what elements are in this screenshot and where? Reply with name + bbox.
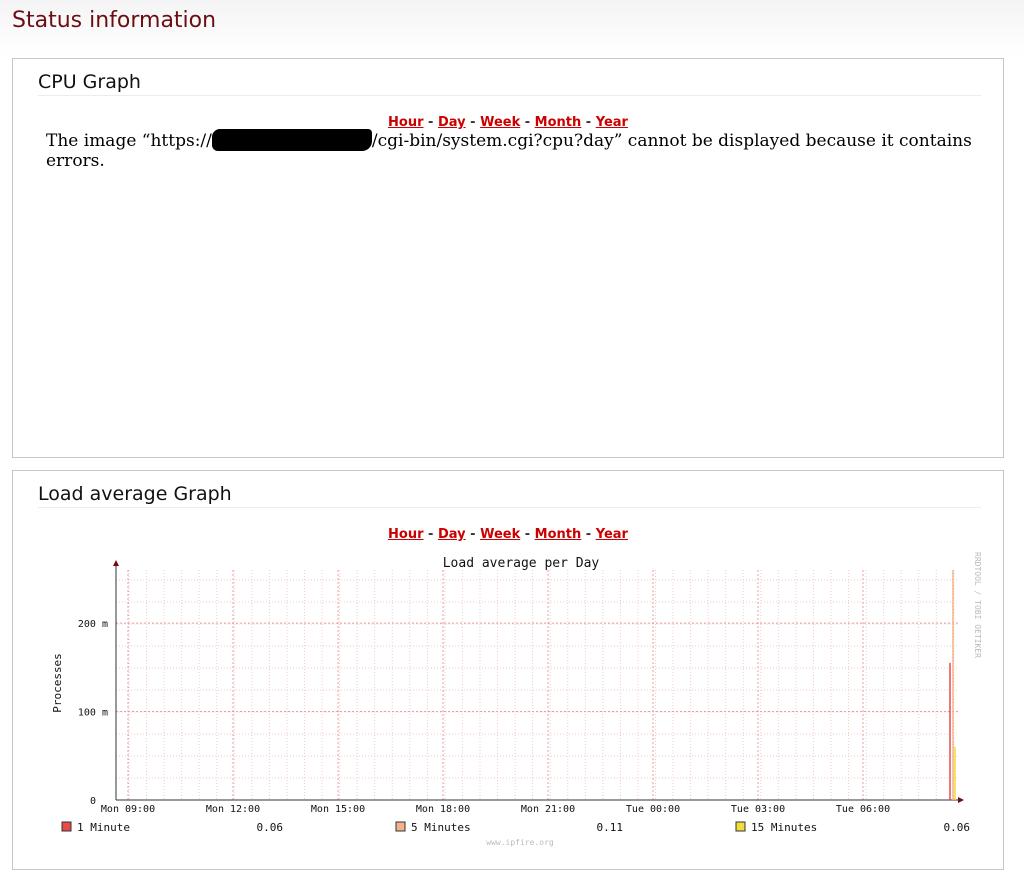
separator: - — [520, 115, 535, 130]
load-average-panel: Load average Graph Hour - Day - Week - M… — [12, 470, 1004, 870]
load-link-week[interactable]: Week — [480, 527, 520, 542]
divider — [38, 95, 981, 96]
cpu-link-week[interactable]: Week — [480, 115, 520, 130]
separator: - — [465, 115, 481, 130]
separator: - — [423, 115, 438, 130]
redaction-mark — [211, 129, 372, 151]
cpu-link-year[interactable]: Year — [596, 115, 628, 130]
cpu-link-hour[interactable]: Hour — [388, 115, 423, 130]
error-prefix: The image “https:// — [46, 131, 212, 151]
cpu-range-links: Hour - Day - Week - Month - Year — [13, 115, 1003, 130]
load-link-month[interactable]: Month — [535, 527, 582, 542]
load-range-links: Hour - Day - Week - Month - Year — [13, 527, 1003, 542]
cpu-graph-panel: CPU Graph Hour - Day - Week - Month - Ye… — [12, 58, 1004, 458]
load-link-year[interactable]: Year — [596, 527, 628, 542]
cpu-graph-title: CPU Graph — [38, 71, 141, 93]
separator: - — [581, 527, 596, 542]
cpu-link-day[interactable]: Day — [438, 115, 466, 130]
separator: - — [465, 527, 481, 542]
cpu-link-month[interactable]: Month — [535, 115, 582, 130]
separator: - — [423, 527, 438, 542]
load-graph-title: Load average Graph — [38, 483, 232, 505]
load-link-hour[interactable]: Hour — [388, 527, 423, 542]
separator: - — [581, 115, 596, 130]
divider — [38, 507, 981, 508]
load-link-day[interactable]: Day — [438, 527, 466, 542]
broken-image-message: The image “https:///cgi-bin/system.cgi?c… — [46, 129, 976, 171]
separator: - — [520, 527, 535, 542]
page-title: Status information — [12, 8, 217, 33]
